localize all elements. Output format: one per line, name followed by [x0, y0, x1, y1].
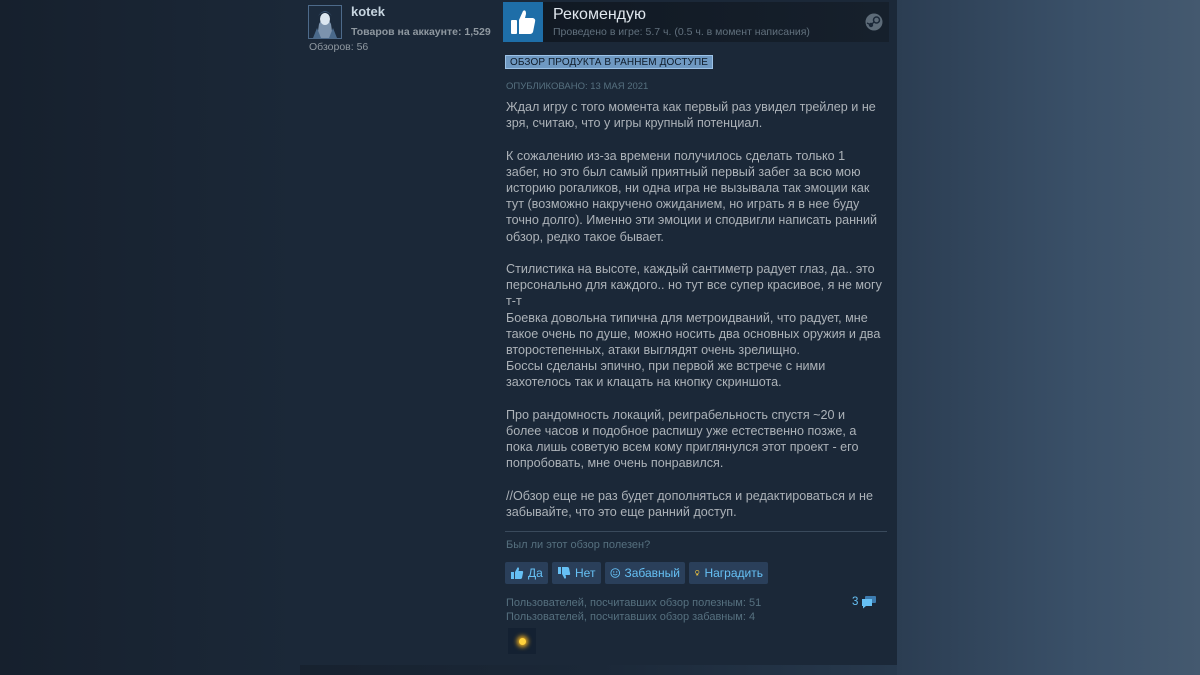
- review-text: Ждал игру с того момента как первый раз …: [506, 99, 886, 520]
- background-right: [897, 0, 1200, 675]
- helpful-question: Был ли этот обзор полезен?: [506, 539, 651, 551]
- award-button[interactable]: Наградить: [689, 562, 768, 584]
- rating-buttons: Да Нет Забавный Наградить: [505, 562, 768, 584]
- avatar[interactable]: [308, 5, 342, 39]
- vote-no-button[interactable]: Нет: [552, 562, 601, 584]
- background-left: [0, 0, 300, 675]
- review-paragraph: //Обзор еще не раз будет дополняться и р…: [506, 488, 873, 520]
- vote-counts: Пользователей, посчитавших обзор полезны…: [506, 597, 761, 624]
- playtime-hours: Проведено в игре: 5.7 ч. (0.5 ч. в момен…: [553, 26, 810, 38]
- comments-count: 3: [852, 596, 859, 608]
- helpful-count: Пользователей, посчитавших обзор полезны…: [506, 597, 762, 609]
- review-paragraph: К сожалению из-за времени получилось сде…: [506, 148, 878, 244]
- thumbs-down-icon: [558, 567, 571, 579]
- smiley-icon: [610, 568, 621, 578]
- review-paragraph: Ждал игру с того момента как первый раз …: [506, 100, 876, 131]
- vote-no-label: Нет: [575, 566, 596, 580]
- review-vote-header[interactable]: Рекомендую Проведено в игре: 5.7 ч. (0.5…: [503, 2, 889, 42]
- steam-icon: [865, 13, 883, 31]
- award-icon: [695, 569, 700, 576]
- award-badge-glow: [518, 637, 526, 645]
- review-verdict: Рекомендую: [553, 6, 647, 23]
- author-products-count[interactable]: Товаров на аккаунте: 1,529: [351, 26, 491, 38]
- comment-bubble-icon: [862, 596, 877, 609]
- award-badge-icon[interactable]: [508, 628, 536, 654]
- early-access-badge: ОБЗОР ПРОДУКТА В РАННЕМ ДОСТУПЕ: [505, 55, 714, 69]
- vote-yes-button[interactable]: Да: [505, 562, 548, 584]
- avatar-image: [309, 6, 341, 38]
- review-paragraph: Про рандомность локаций, реиграбельность…: [506, 407, 859, 471]
- thumbs-up-icon: [511, 567, 524, 579]
- posted-date: ОПУБЛИКОВАНО: 13 МАЯ 2021: [506, 81, 649, 92]
- vote-yes-label: Да: [528, 566, 543, 580]
- award-label: Наградить: [704, 566, 763, 580]
- author-name[interactable]: kotek: [351, 4, 385, 19]
- author-reviews-count[interactable]: Обзоров: 56: [309, 41, 368, 53]
- recommended-thumb: [503, 2, 543, 42]
- review-paragraph: Стилистика на высоте, каждый сантиметр р…: [506, 262, 882, 390]
- comments-link[interactable]: 3: [852, 595, 877, 609]
- thumbs-up-icon: [511, 10, 536, 34]
- vote-funny-button[interactable]: Забавный: [605, 562, 685, 584]
- funny-count: Пользователей, посчитавших обзор забавны…: [506, 610, 756, 623]
- divider: [505, 531, 887, 532]
- vote-funny-label: Забавный: [624, 566, 680, 580]
